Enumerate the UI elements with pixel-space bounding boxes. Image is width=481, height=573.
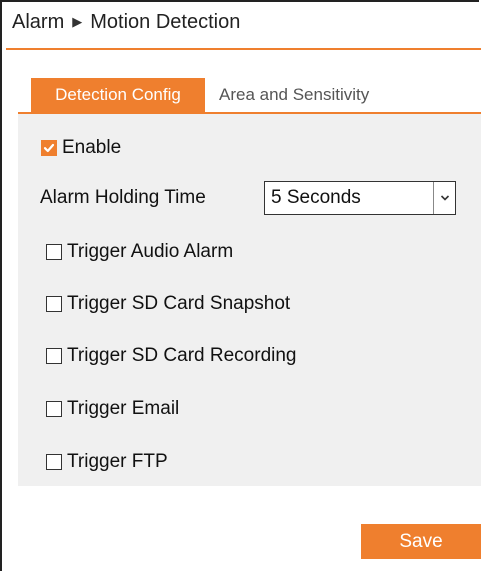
breadcrumb-section[interactable]: Alarm bbox=[12, 11, 64, 34]
checkmark-icon bbox=[43, 143, 55, 153]
holding-time-label: Alarm Holding Time bbox=[40, 187, 206, 208]
trigger-ftp-checkbox[interactable] bbox=[46, 454, 62, 470]
trigger-audio-alarm-label: Trigger Audio Alarm bbox=[67, 241, 234, 262]
tab-bar: Detection Config Area and Sensitivity bbox=[31, 78, 381, 112]
trigger-sd-recording-checkbox[interactable] bbox=[46, 348, 62, 364]
trigger-email-checkbox[interactable] bbox=[46, 401, 62, 417]
breadcrumb-page: Motion Detection bbox=[90, 10, 241, 33]
holding-time-select[interactable]: 5 Seconds bbox=[264, 181, 456, 215]
trigger-sd-snapshot-label: Trigger SD Card Snapshot bbox=[67, 293, 291, 314]
enable-row: Enable bbox=[41, 136, 121, 160]
trigger-audio-alarm-row: Trigger Audio Alarm bbox=[46, 240, 233, 264]
title-divider bbox=[6, 48, 481, 50]
enable-checkbox[interactable] bbox=[41, 140, 57, 156]
trigger-sd-snapshot-checkbox[interactable] bbox=[46, 296, 62, 312]
save-button[interactable]: Save bbox=[361, 524, 481, 559]
trigger-ftp-row: Trigger FTP bbox=[46, 450, 168, 474]
trigger-sd-recording-row: Trigger SD Card Recording bbox=[46, 344, 297, 368]
tab-detection-config[interactable]: Detection Config bbox=[31, 78, 205, 112]
triangle-right-icon: ▶ bbox=[72, 14, 83, 29]
trigger-sd-recording-label: Trigger SD Card Recording bbox=[67, 345, 297, 366]
trigger-email-label: Trigger Email bbox=[67, 398, 180, 419]
trigger-sd-snapshot-row: Trigger SD Card Snapshot bbox=[46, 292, 290, 316]
trigger-audio-alarm-checkbox[interactable] bbox=[46, 244, 62, 260]
trigger-email-row: Trigger Email bbox=[46, 397, 179, 421]
breadcrumb: Alarm ▶ Motion Detection bbox=[12, 8, 240, 36]
chevron-down-icon[interactable] bbox=[433, 182, 455, 214]
holding-time-value: 5 Seconds bbox=[271, 187, 361, 208]
enable-label: Enable bbox=[62, 137, 122, 158]
trigger-ftp-label: Trigger FTP bbox=[67, 451, 168, 472]
tab-area-and-sensitivity[interactable]: Area and Sensitivity bbox=[205, 78, 381, 112]
